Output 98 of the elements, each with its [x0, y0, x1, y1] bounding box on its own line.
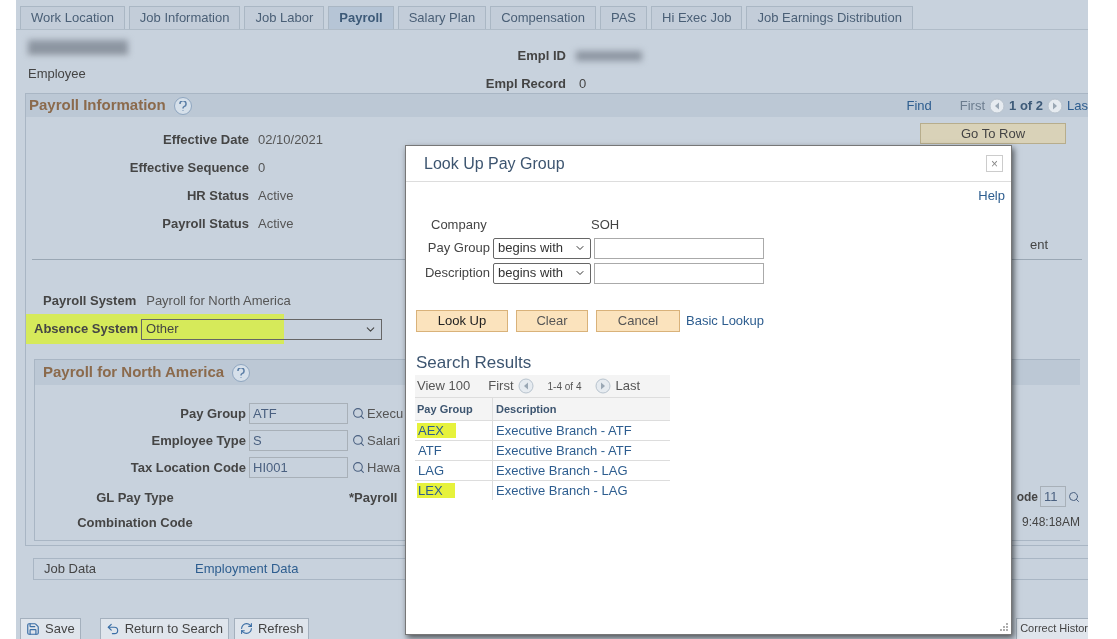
previous-icon[interactable]	[989, 97, 1006, 114]
go-to-row-button[interactable]: Go To Row	[920, 123, 1066, 144]
field-value: Active	[258, 215, 294, 234]
resize-grip-icon[interactable]	[999, 622, 1009, 632]
field-label: Effective Sequence	[128, 159, 249, 178]
field-value: 0	[258, 159, 266, 178]
field-value: SOH	[591, 215, 620, 234]
tab[interactable]: Work Location	[20, 6, 125, 29]
field-label: GL Pay Type	[95, 488, 175, 507]
operator-select[interactable]: begins with	[493, 262, 591, 284]
search-icon[interactable]	[1068, 490, 1080, 503]
dialog-button[interactable]: Cancel	[596, 309, 680, 332]
column-header: Pay Group	[416, 401, 474, 417]
panel-title: Payroll for North America	[43, 362, 225, 383]
close-button[interactable]: ×	[986, 155, 1003, 172]
tab[interactable]: Compensation	[490, 6, 596, 29]
absence-system-select[interactable]: Other	[141, 318, 383, 340]
related-label: Job Data	[44, 560, 97, 578]
employee-label: Employee	[28, 65, 87, 83]
dialog-button[interactable]: Clear	[516, 309, 588, 332]
field-description: Execu	[367, 404, 404, 423]
table-cell[interactable]: Exective Branch - LAG	[492, 461, 670, 480]
view-link[interactable]: View 100	[417, 376, 471, 396]
toolbar-button[interactable]: Refresh	[233, 617, 310, 639]
input-field[interactable]	[594, 237, 764, 259]
tab[interactable]: Hi Exec Job	[651, 6, 743, 29]
text-field[interactable]: HI001	[249, 457, 348, 478]
field-value: 02/10/2021	[258, 131, 324, 150]
toolbar-button[interactable]: Save	[20, 617, 81, 639]
table-cell[interactable]: LAG	[415, 461, 492, 480]
panel-title: Payroll Information	[29, 95, 166, 116]
input-field[interactable]	[594, 262, 764, 284]
blurred-id	[576, 50, 642, 61]
last-link[interactable]: Last	[615, 376, 641, 396]
toolbar-button[interactable]: Return to Search	[99, 617, 229, 639]
help-icon[interactable]	[173, 96, 192, 115]
tab[interactable]: Salary Plan	[397, 6, 487, 29]
field-label: Employee Type	[150, 431, 246, 450]
search-icon[interactable]	[352, 407, 365, 420]
field-value: Payroll for North America	[146, 292, 291, 311]
search-icon[interactable]	[352, 461, 365, 474]
basic-lookup-link[interactable]: Basic Lookup	[686, 310, 765, 331]
results-title: Search Results	[416, 351, 533, 374]
text-field[interactable]: ATF	[249, 403, 348, 424]
find-link[interactable]: Find	[906, 95, 932, 116]
tab[interactable]: Job Earnings Distribution	[746, 6, 913, 29]
empl-record-value: 0	[579, 74, 587, 93]
table-cell[interactable]: Executive Branch - ATF	[492, 421, 670, 440]
text-field[interactable]: S	[249, 430, 348, 451]
operator-select[interactable]: begins with	[493, 237, 591, 259]
column-header: Description	[492, 398, 557, 420]
previous-icon[interactable]	[517, 378, 534, 394]
search-icon[interactable]	[352, 434, 365, 447]
cut-label: ent	[1029, 238, 1048, 251]
field-label: Combination Code	[76, 514, 194, 533]
field-label: ode	[1016, 488, 1038, 506]
help-link[interactable]: Help	[978, 186, 1005, 206]
field-label: Absence System	[34, 320, 139, 339]
time-value: 9:48:18AM	[1021, 514, 1080, 531]
tab[interactable]: Job Labor	[244, 6, 325, 29]
field-label: Description	[423, 264, 490, 283]
field-label: Company	[431, 215, 488, 234]
table-cell[interactable]: AEX	[415, 421, 492, 440]
tab[interactable]: Job Information	[128, 6, 241, 29]
field-value: Active	[258, 187, 294, 206]
field-description: Salari	[367, 431, 401, 450]
last-link[interactable]: Las	[1067, 95, 1088, 116]
return-icon	[105, 621, 120, 636]
result-count: 1-4 of 4	[547, 379, 582, 394]
field-label: Effective Date	[162, 131, 249, 150]
table-cell[interactable]: ATF	[415, 441, 492, 460]
dialog-title: Look Up Pay Group	[424, 153, 565, 174]
next-icon[interactable]	[1047, 97, 1064, 114]
table-cell[interactable]: LEX	[415, 481, 492, 500]
field-description: Hawa	[367, 458, 401, 477]
tab[interactable]: Payroll	[328, 6, 394, 29]
dialog-button[interactable]: Look Up	[416, 309, 508, 332]
field-label: *Payroll	[349, 488, 398, 507]
field-label: Pay Group	[426, 239, 490, 258]
first-link[interactable]: First	[488, 376, 514, 396]
save-icon	[26, 621, 40, 636]
field-label: Pay Group	[179, 404, 246, 423]
empl-record-label: Empl Record	[484, 74, 566, 93]
empl-id-label: Empl ID	[516, 47, 566, 65]
correct-history-button[interactable]: Correct Histor	[1016, 617, 1088, 639]
refresh-icon	[239, 622, 253, 635]
related-link[interactable]: Employment Data	[195, 559, 299, 579]
help-icon[interactable]	[232, 363, 251, 382]
row-count: 1 of 2	[1009, 96, 1044, 115]
field-label: Tax Location Code	[129, 458, 246, 477]
table-cell[interactable]: Executive Branch - ATF	[492, 441, 670, 460]
field-label: Payroll Status	[161, 215, 249, 234]
field-label: Payroll System	[43, 292, 137, 311]
tab[interactable]: PAS	[599, 6, 648, 29]
field-label: HR Status	[185, 187, 249, 206]
table-cell[interactable]: Exective Branch - LAG	[492, 481, 670, 500]
next-icon[interactable]	[595, 378, 612, 394]
text-field[interactable]: 11	[1040, 486, 1066, 507]
